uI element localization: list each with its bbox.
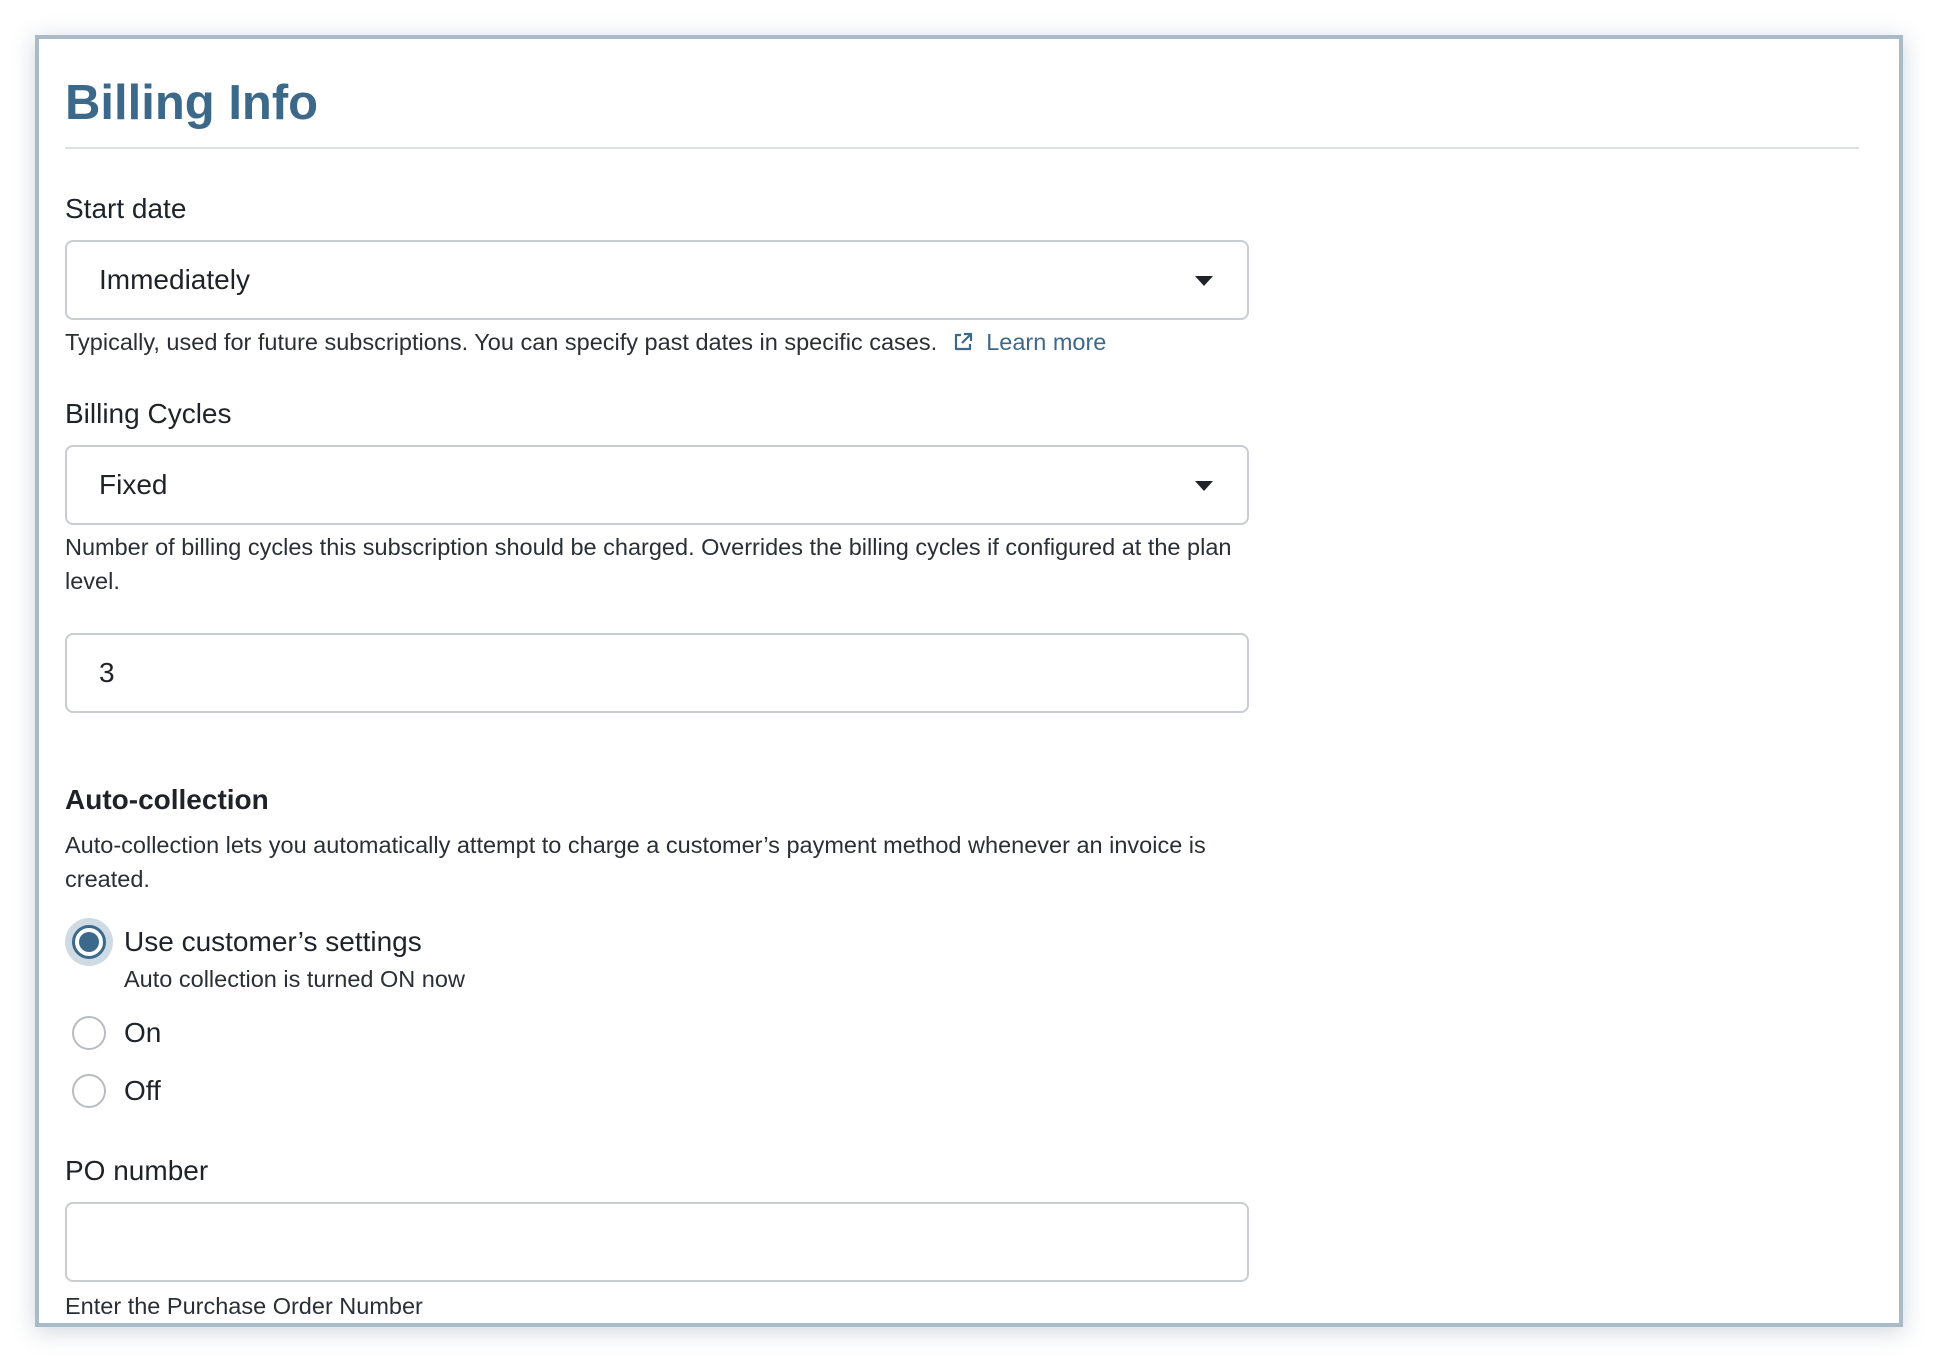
billing-cycles-help: Number of billing cycles this subscripti…	[65, 534, 1232, 594]
radio-button[interactable]	[72, 1016, 106, 1050]
option-sublabel: Auto collection is turned ON now	[124, 966, 465, 992]
billing-info-panel: Billing Info Start date Immediately Typi…	[35, 35, 1903, 1327]
caret-down-icon	[1195, 276, 1213, 286]
auto-collection-help: Auto-collection lets you automatically a…	[65, 832, 1206, 892]
auto-collection-option-on[interactable]: On	[65, 1008, 161, 1058]
billing-cycles-count-field[interactable]	[99, 657, 1199, 689]
auto-collection-option-off[interactable]: Off	[65, 1066, 161, 1116]
panel-title: Billing Info	[65, 76, 319, 130]
radio-button-checked[interactable]	[72, 925, 106, 959]
start-date-selected-value: Immediately	[99, 264, 250, 295]
billing-cycles-label: Billing Cycles	[65, 398, 232, 429]
auto-collection-heading: Auto-collection	[65, 784, 269, 815]
po-number-help: Enter the Purchase Order Number	[65, 1293, 423, 1319]
po-number-label: PO number	[65, 1155, 209, 1186]
option-label: On	[124, 1017, 162, 1048]
external-link-icon[interactable]	[952, 331, 974, 353]
po-number-field[interactable]	[99, 1226, 1199, 1258]
radio-button[interactable]	[72, 1074, 106, 1108]
title-divider	[65, 147, 1859, 149]
caret-down-icon	[1195, 481, 1213, 491]
learn-more-link[interactable]: Learn more	[986, 329, 1106, 355]
start-date-select[interactable]: Immediately	[65, 240, 1249, 320]
option-label: Use customer’s settings	[124, 926, 422, 957]
option-label: Off	[124, 1075, 161, 1106]
billing-cycles-selected-value: Fixed	[99, 469, 168, 500]
start-date-help-text: Typically, used for future subscriptions…	[65, 329, 938, 355]
po-number-input[interactable]	[65, 1202, 1249, 1282]
auto-collection-option-customer-settings[interactable]: Use customer’s settings	[65, 917, 422, 967]
start-date-label: Start date	[65, 193, 187, 224]
start-date-help: Typically, used for future subscriptions…	[65, 325, 1255, 359]
billing-cycles-select[interactable]: Fixed	[65, 445, 1249, 525]
billing-cycles-count-input[interactable]	[65, 633, 1249, 713]
